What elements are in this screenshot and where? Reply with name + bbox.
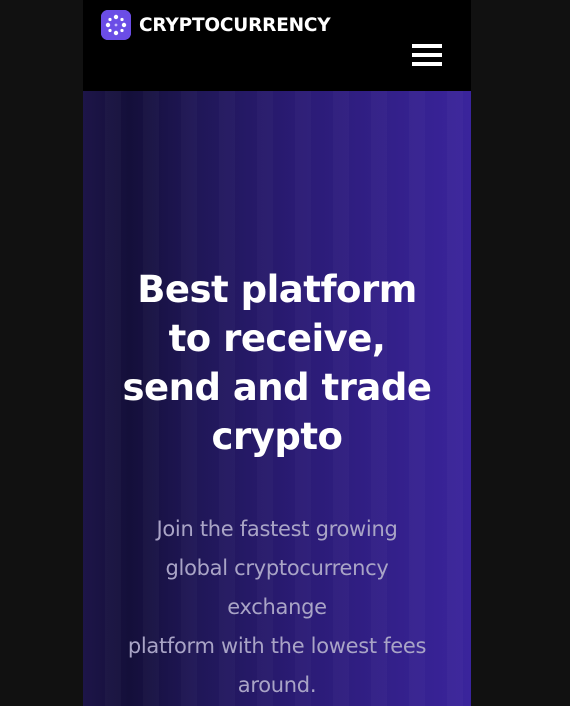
navbar: CRYPTOCURRENCY — [83, 0, 471, 91]
hero-headline-line: Best platform — [137, 268, 417, 311]
hero-subtext-line: platform with the lowest fees — [127, 634, 427, 658]
hero-subtext: Join the fastest growing global cryptocu… — [83, 510, 471, 705]
hamburger-menu-icon — [412, 43, 442, 67]
hero-headline-line: send and trade — [122, 366, 432, 409]
menu-button[interactable] — [403, 38, 451, 72]
hero-headline-line: to receive, — [168, 317, 386, 360]
grid-dots-logo-icon — [101, 10, 131, 40]
hero-headline-line: crypto — [211, 415, 343, 458]
hero-headline: Best platform to receive, send and trade… — [83, 265, 471, 461]
hero-subtext-line: Join the fastest growing — [156, 517, 398, 541]
hero-section: Best platform to receive, send and trade… — [83, 91, 471, 706]
brand-name: CRYPTOCURRENCY — [139, 14, 331, 36]
page-backdrop: CRYPTOCURRENCY Best platform to receive,… — [0, 0, 570, 706]
hero-subtext-line: global cryptocurrency — [165, 556, 389, 580]
hero-subtext-line: exchange — [227, 595, 327, 619]
brand-link[interactable]: CRYPTOCURRENCY — [101, 10, 331, 40]
hero-subtext-line: around. — [237, 673, 317, 697]
mobile-viewport: CRYPTOCURRENCY Best platform to receive,… — [83, 0, 471, 706]
